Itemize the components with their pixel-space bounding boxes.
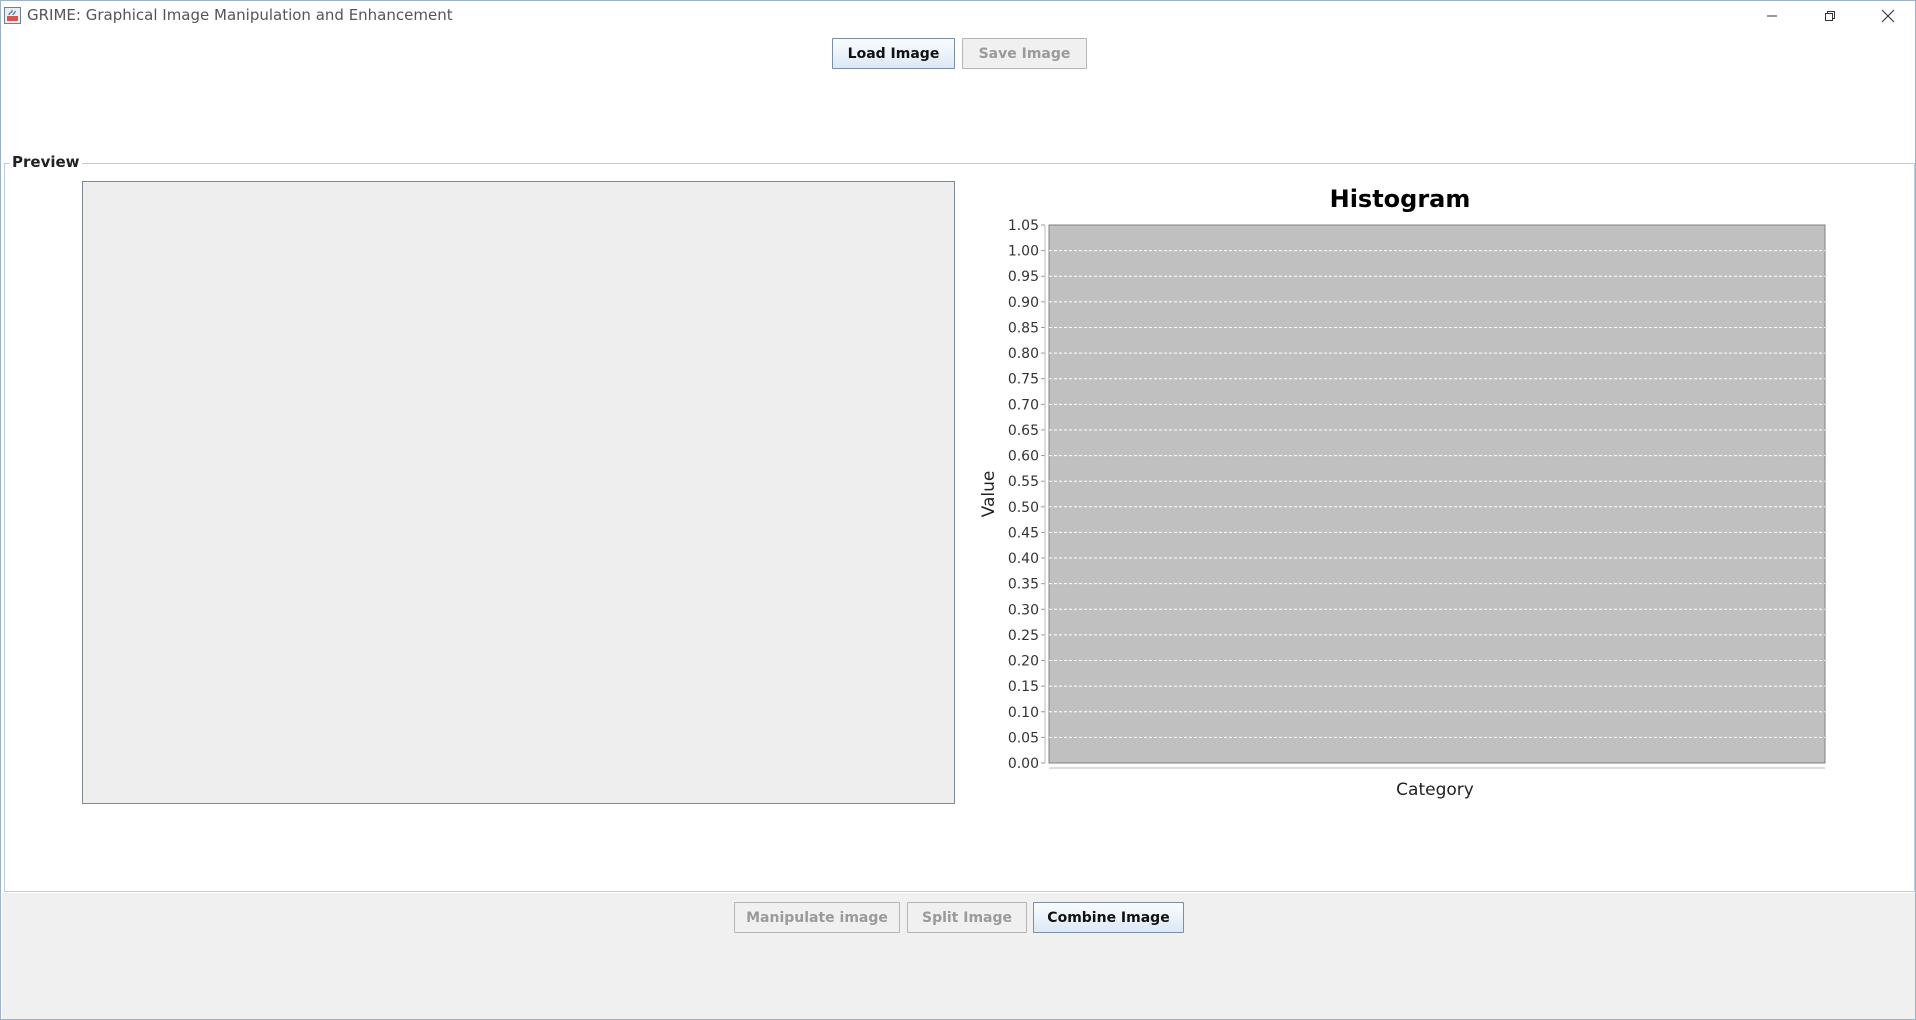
- y-tick-label: 0.50: [1008, 500, 1039, 516]
- y-tick-label: 0.60: [1008, 449, 1039, 465]
- minimize-icon: [1767, 15, 1777, 16]
- minimize-button[interactable]: [1743, 1, 1801, 30]
- close-icon: [1881, 9, 1895, 22]
- image-preview-area: [82, 181, 955, 804]
- y-tick-label: 1.05: [1008, 218, 1039, 234]
- load-image-button[interactable]: Load Image: [832, 38, 955, 69]
- histogram-chart: Histogram 0.000.050.100.150.200.250.300.…: [979, 185, 1826, 800]
- x-axis-label: Category: [1396, 780, 1474, 800]
- app-window: GRIME: Graphical Image Manipulation and …: [0, 0, 1916, 1020]
- java-app-icon: [4, 7, 21, 24]
- save-image-button[interactable]: Save Image: [962, 38, 1087, 69]
- split-image-button[interactable]: Split Image: [907, 902, 1027, 933]
- close-button[interactable]: [1859, 1, 1916, 30]
- y-axis-label: Value: [979, 471, 999, 518]
- y-tick-label: 0.20: [1008, 654, 1039, 670]
- manipulate-image-button[interactable]: Manipulate image: [734, 902, 900, 933]
- window-title: GRIME: Graphical Image Manipulation and …: [27, 6, 453, 24]
- y-tick-label: 0.45: [1008, 525, 1039, 541]
- restore-icon: [1825, 10, 1835, 21]
- combine-image-button[interactable]: Combine Image: [1033, 902, 1184, 933]
- plot-area: [1048, 224, 1826, 764]
- preview-title: Preview: [10, 153, 82, 171]
- restore-button[interactable]: [1801, 1, 1859, 30]
- y-tick-label: 0.00: [1008, 756, 1039, 772]
- y-tick-label: 0.10: [1008, 705, 1039, 721]
- y-tick-label: 0.35: [1008, 577, 1039, 593]
- y-tick-label: 0.65: [1008, 423, 1039, 439]
- y-tick-label: 0.15: [1008, 679, 1039, 695]
- y-tick-label: 0.85: [1008, 320, 1039, 336]
- y-tick-label: 0.55: [1008, 474, 1039, 490]
- y-tick-label: 0.90: [1008, 295, 1039, 311]
- y-tick-label: 0.25: [1008, 628, 1039, 644]
- y-tick-label: 0.80: [1008, 346, 1039, 362]
- y-tick-label: 0.70: [1008, 397, 1039, 413]
- y-axis-ticks: 0.00 0.05 0.10 0.15 0.20 0.25 0.30 0.35 0.40 0.45…: [1008, 218, 1045, 772]
- y-tick-label: 0.30: [1008, 602, 1039, 618]
- y-tick-label: 0.40: [1008, 551, 1039, 567]
- y-tick-label: 0.75: [1008, 372, 1039, 388]
- y-tick-label: 1.00: [1008, 244, 1039, 260]
- title-bar: GRIME: Graphical Image Manipulation and …: [1, 1, 1915, 30]
- chart-title: Histogram: [1330, 185, 1471, 213]
- y-tick-label: 0.95: [1008, 269, 1039, 285]
- y-tick-label: 0.05: [1008, 730, 1039, 746]
